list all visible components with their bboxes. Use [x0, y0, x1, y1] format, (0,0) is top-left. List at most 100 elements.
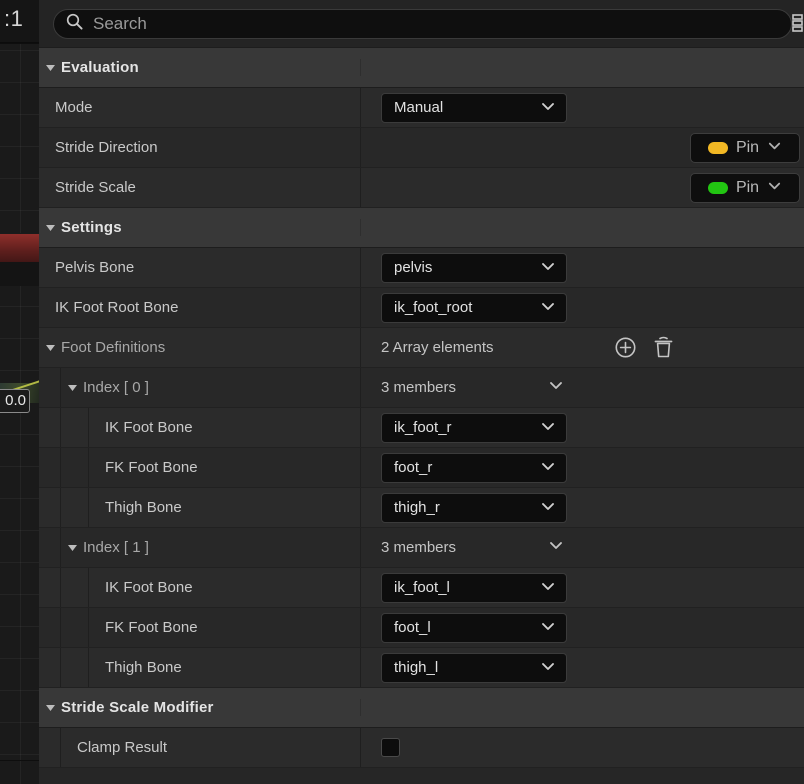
chevron-down-icon [540, 418, 556, 438]
search-input[interactable] [93, 14, 779, 34]
indent-guide [61, 448, 89, 487]
dropdown-value: pelvis [394, 259, 432, 276]
property-value-cell: Manual [361, 88, 804, 127]
indent-guide [39, 568, 61, 607]
graph-node-header[interactable] [0, 233, 39, 262]
indent-guide [39, 528, 61, 567]
expand-triangle-icon[interactable] [61, 368, 83, 407]
node-graph-strip[interactable]: :1 0.0 [0, 0, 39, 784]
pin-button-stride-scale[interactable]: Pin [690, 173, 800, 203]
chevron-down-icon [540, 498, 556, 518]
pin-button-stride-direction[interactable]: Pin [690, 133, 800, 163]
settings-list-icon[interactable] [784, 11, 804, 37]
chevron-down-icon[interactable] [548, 537, 564, 558]
graph-zoom-label: :1 [4, 6, 23, 32]
chevron-down-icon [540, 258, 556, 278]
indent-guide [39, 648, 61, 687]
indent-guide [39, 408, 61, 447]
property-row-index-0-thigh-bone: Thigh Bone thigh_r [39, 488, 804, 528]
property-label: IK Foot Bone [89, 419, 193, 436]
indent-guide [61, 608, 89, 647]
struct-members: 3 members [381, 537, 804, 558]
expand-triangle-icon[interactable] [39, 328, 61, 367]
chevron-down-icon [767, 178, 782, 198]
property-row-index-1-fk-foot-bone: FK Foot Bone foot_l [39, 608, 804, 648]
indent-guide [39, 728, 61, 767]
indent-guide [39, 448, 61, 487]
dropdown-value: ik_foot_root [394, 299, 472, 316]
dropdown-value: foot_l [394, 619, 431, 636]
dropdown-value: ik_foot_r [394, 419, 452, 436]
property-label: Thigh Bone [89, 659, 182, 676]
chevron-down-icon [540, 98, 556, 118]
search-icon [66, 13, 83, 35]
dropdown-value: thigh_l [394, 659, 438, 676]
expand-triangle-icon[interactable] [39, 701, 61, 714]
checkbox-clamp-result[interactable] [381, 738, 400, 757]
property-row-pelvis-bone: Pelvis Bone pelvis [39, 248, 804, 288]
array-count-label: 2 Array elements [381, 339, 494, 356]
expand-triangle-icon[interactable] [61, 528, 83, 567]
property-name-cell: Thigh Bone [39, 648, 361, 687]
property-row-index-1-thigh-bone: Thigh Bone thigh_l [39, 648, 804, 688]
add-circle-icon[interactable] [614, 336, 637, 359]
struct-members: 3 members [381, 377, 804, 398]
property-label: Foot Definitions [61, 339, 165, 356]
graph-pin-value-input[interactable]: 0.0 [0, 389, 30, 413]
property-name-cell: Clamp Result [39, 728, 361, 767]
property-label: Stride Scale [39, 179, 136, 196]
property-row-index-1: Index [ 1 ] 3 members [39, 528, 804, 568]
property-label: Stride Direction [39, 139, 158, 156]
property-name-cell: FK Foot Bone [39, 448, 361, 487]
dropdown-mode[interactable]: Manual [381, 93, 567, 123]
dropdown-index-1-ik-foot-bone[interactable]: ik_foot_l [381, 573, 567, 603]
dropdown-value: Manual [394, 99, 443, 116]
category-header-stride-scale-modifier[interactable]: Stride Scale Modifier [39, 688, 804, 728]
member-count-label: 3 members [381, 539, 456, 556]
property-row-clamp-result: Clamp Result [39, 728, 804, 768]
property-name-cell: IK Foot Root Bone [39, 288, 361, 327]
property-label: Pelvis Bone [39, 259, 134, 276]
chevron-down-icon [540, 578, 556, 598]
expand-triangle-icon[interactable] [39, 61, 61, 74]
dropdown-index-0-ik-foot-bone[interactable]: ik_foot_r [381, 413, 567, 443]
unreal-details-panel-window: :1 0.0 [0, 0, 804, 784]
indent-guide [61, 408, 89, 447]
chevron-down-icon[interactable] [548, 377, 564, 398]
dropdown-index-1-thigh-bone[interactable]: thigh_l [381, 653, 567, 683]
dropdown-value: ik_foot_l [394, 579, 450, 596]
search-row [39, 0, 804, 48]
category-header-evaluation[interactable]: Evaluation [39, 48, 804, 88]
property-value-cell: pelvis [361, 248, 804, 287]
property-list: EvaluationModeManualStride DirectionPinS… [39, 48, 804, 768]
dropdown-value: thigh_r [394, 499, 440, 516]
property-name-cell: Thigh Bone [39, 488, 361, 527]
category-label: Settings [61, 219, 122, 236]
dropdown-pelvis-bone[interactable]: pelvis [381, 253, 567, 283]
property-label: Index [ 1 ] [83, 539, 149, 556]
property-label: IK Foot Bone [89, 579, 193, 596]
member-count-label: 3 members [381, 379, 456, 396]
search-box[interactable] [53, 9, 792, 39]
property-row-index-0-ik-foot-bone: IK Foot Bone ik_foot_r [39, 408, 804, 448]
property-row-stride-scale: Stride Scale Pin [39, 168, 804, 208]
chevron-down-icon [540, 618, 556, 638]
dropdown-index-0-fk-foot-bone[interactable]: foot_r [381, 453, 567, 483]
property-name-cell: Mode [39, 88, 361, 127]
dropdown-ik-foot-root-bone[interactable]: ik_foot_root [381, 293, 567, 323]
dropdown-index-1-fk-foot-bone[interactable]: foot_l [381, 613, 567, 643]
expand-triangle-icon[interactable] [39, 221, 61, 234]
property-name-cell: Pelvis Bone [39, 248, 361, 287]
property-value-cell: 3 members [361, 368, 804, 407]
pin-label: Pin [736, 179, 759, 197]
category-header-settings[interactable]: Settings [39, 208, 804, 248]
property-row-index-1-ik-foot-bone: IK Foot Bone ik_foot_l [39, 568, 804, 608]
property-label: FK Foot Bone [89, 619, 198, 636]
property-value-cell: 2 Array elements [361, 328, 804, 367]
property-value-cell [361, 728, 804, 767]
trash-icon[interactable] [653, 336, 674, 359]
property-name-cell: IK Foot Bone [39, 568, 361, 607]
dropdown-index-0-thigh-bone[interactable]: thigh_r [381, 493, 567, 523]
property-name-cell: FK Foot Bone [39, 608, 361, 647]
graph-node-body[interactable] [0, 262, 39, 286]
